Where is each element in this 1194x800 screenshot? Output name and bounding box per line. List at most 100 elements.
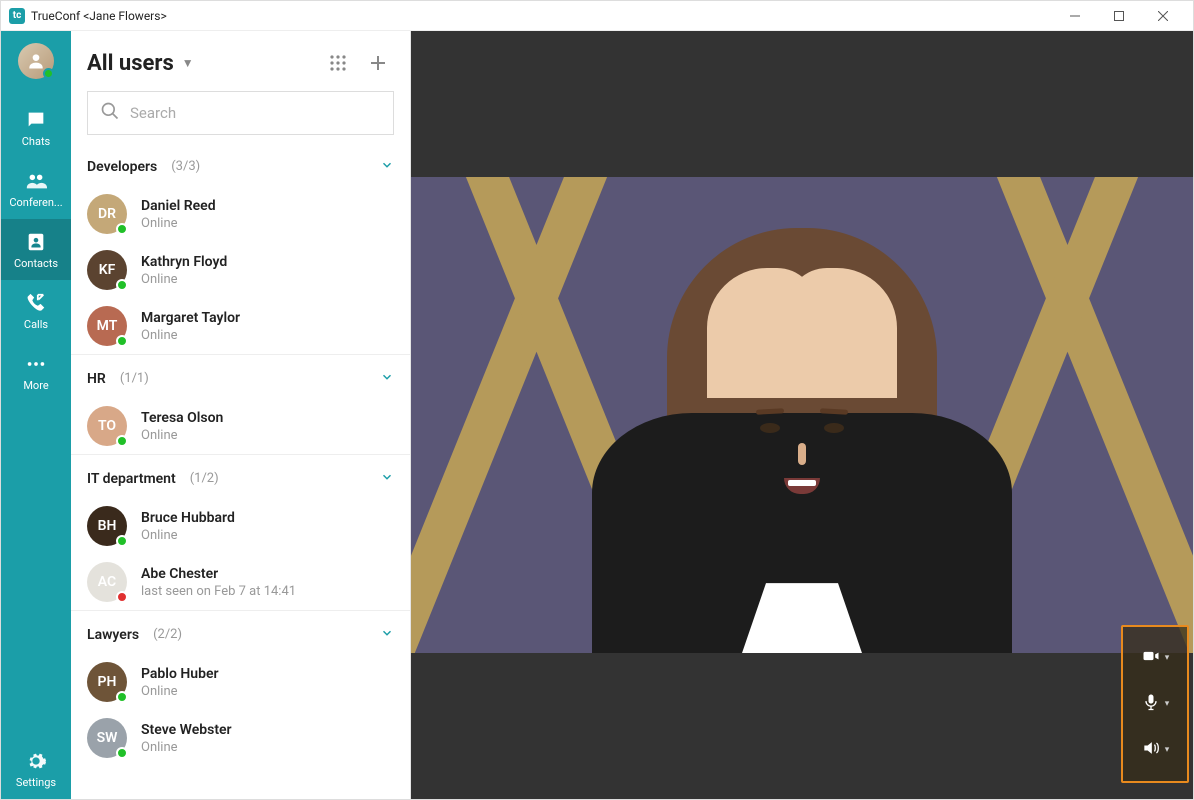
camera-toggle-button[interactable]: ▾ xyxy=(1123,635,1187,681)
contact-name: Kathryn Floyd xyxy=(141,254,227,270)
chevron-down-icon: ▾ xyxy=(1165,653,1170,663)
nav-contacts[interactable]: Contacts xyxy=(1,219,71,280)
search-input[interactable] xyxy=(130,104,381,122)
contact-info: Steve WebsterOnline xyxy=(141,722,232,755)
contact-name: Daniel Reed xyxy=(141,198,216,214)
chevron-down-icon xyxy=(380,369,394,388)
contact-name: Margaret Taylor xyxy=(141,310,240,326)
contact-item[interactable]: BH Bruce HubbardOnline xyxy=(71,498,410,554)
contact-status: Online xyxy=(141,740,232,755)
contact-avatar: SW xyxy=(87,718,127,758)
contact-status: Online xyxy=(141,684,219,699)
video-frame xyxy=(411,177,1193,653)
presence-indicator xyxy=(43,68,54,79)
contact-status: Online xyxy=(141,272,227,287)
conference-icon xyxy=(25,170,47,192)
add-contact-button[interactable] xyxy=(362,47,394,79)
contacts-header: All users ▼ xyxy=(71,31,410,91)
chevron-down-icon xyxy=(380,157,394,176)
contact-item[interactable]: TO Teresa Olson Online xyxy=(71,398,410,454)
contact-info: Teresa Olson Online xyxy=(141,410,223,443)
nav-conferences[interactable]: Conferen... xyxy=(1,158,71,219)
nav-chats[interactable]: Chats xyxy=(1,97,71,158)
chevron-down-icon: ▾ xyxy=(1165,699,1170,709)
nav-settings[interactable]: Settings xyxy=(1,738,71,799)
calls-icon xyxy=(25,292,47,314)
group-name: Lawyers xyxy=(87,627,139,643)
user-avatar[interactable] xyxy=(18,43,54,79)
group-header[interactable]: HR (1/1) xyxy=(71,354,410,398)
contacts-filter-dropdown[interactable]: All users ▼ xyxy=(87,51,194,76)
window-title: TrueConf <Jane Flowers> xyxy=(31,9,167,23)
speaker-icon xyxy=(1141,738,1161,762)
group-header[interactable]: Developers(3/3) xyxy=(71,143,410,186)
contact-info: Kathryn Floyd Online xyxy=(141,254,227,287)
contact-status: Online xyxy=(141,428,223,443)
nav-more[interactable]: More xyxy=(1,341,71,402)
search-icon xyxy=(100,101,120,125)
contact-info: Abe Chesterlast seen on Feb 7 at 14:41 xyxy=(141,566,296,599)
contact-item[interactable]: DR Daniel Reed Online xyxy=(71,186,410,242)
app-window: tc TrueConf <Jane Flowers> Chats Confere… xyxy=(0,0,1194,800)
group-count: (1/1) xyxy=(120,371,149,386)
contact-list[interactable]: Developers(3/3) DR Daniel Reed Online KF Kath… xyxy=(71,143,410,799)
maximize-button[interactable] xyxy=(1097,2,1141,30)
contact-avatar: DR xyxy=(87,194,127,234)
nav-label: Calls xyxy=(24,318,48,331)
presence-indicator xyxy=(116,223,128,235)
contact-name: Teresa Olson xyxy=(141,410,223,426)
contact-item[interactable]: MT Margaret Taylor Online xyxy=(71,298,410,354)
contact-status: Online xyxy=(141,216,216,231)
more-icon xyxy=(25,353,47,375)
microphone-toggle-button[interactable]: ▾ xyxy=(1123,681,1187,727)
contact-item[interactable]: KF Kathryn Floyd Online xyxy=(71,242,410,298)
contact-info: Bruce HubbardOnline xyxy=(141,510,235,543)
group-count: (1/2) xyxy=(190,471,219,486)
chevron-down-icon: ▾ xyxy=(1165,745,1170,755)
nav-label: Conferen... xyxy=(9,196,62,209)
chat-icon xyxy=(25,109,47,131)
microphone-icon xyxy=(1141,692,1161,716)
contact-info: Daniel Reed Online xyxy=(141,198,216,231)
contacts-title: All users xyxy=(87,51,174,76)
contact-avatar: PH xyxy=(87,662,127,702)
dialpad-button[interactable] xyxy=(322,47,354,79)
search-box[interactable] xyxy=(87,91,394,135)
presence-indicator xyxy=(116,279,128,291)
group-header[interactable]: IT department (1/2) xyxy=(71,454,410,498)
group-name: Developers xyxy=(87,159,157,175)
contact-item[interactable]: ACAbe Chesterlast seen on Feb 7 at 14:41 xyxy=(71,554,410,610)
sidebar: Chats Conferen... Contacts Calls More xyxy=(1,31,71,799)
group-header[interactable]: Lawyers (2/2) xyxy=(71,610,410,654)
nav-label: Settings xyxy=(16,776,56,789)
contact-status: Online xyxy=(141,528,235,543)
contact-avatar: BH xyxy=(87,506,127,546)
camera-icon xyxy=(1141,646,1161,670)
group-name: HR xyxy=(87,371,106,387)
contact-avatar: TO xyxy=(87,406,127,446)
contact-status: Online xyxy=(141,328,240,343)
chevron-down-icon xyxy=(380,469,394,488)
presence-indicator xyxy=(116,747,128,759)
contact-info: Pablo Huber Online xyxy=(141,666,219,699)
app-icon: tc xyxy=(9,8,25,24)
minimize-button[interactable] xyxy=(1053,2,1097,30)
contact-avatar: MT xyxy=(87,306,127,346)
nav-calls[interactable]: Calls xyxy=(1,280,71,341)
speaker-toggle-button[interactable]: ▾ xyxy=(1123,727,1187,773)
nav-label: More xyxy=(23,379,48,392)
gear-icon xyxy=(25,750,47,772)
contact-name: Pablo Huber xyxy=(141,666,219,682)
presence-indicator xyxy=(116,591,128,603)
media-controls: ▾ ▾ ▾ xyxy=(1121,625,1189,783)
titlebar: tc TrueConf <Jane Flowers> xyxy=(1,1,1193,31)
contact-item[interactable]: SW Steve WebsterOnline xyxy=(71,710,410,766)
presence-indicator xyxy=(116,335,128,347)
group-name: IT department xyxy=(87,471,176,487)
close-button[interactable] xyxy=(1141,2,1185,30)
chevron-down-icon: ▼ xyxy=(182,56,194,70)
group-count: (2/2) xyxy=(153,627,182,642)
contact-info: Margaret Taylor Online xyxy=(141,310,240,343)
contact-item[interactable]: PH Pablo Huber Online xyxy=(71,654,410,710)
contact-avatar: KF xyxy=(87,250,127,290)
